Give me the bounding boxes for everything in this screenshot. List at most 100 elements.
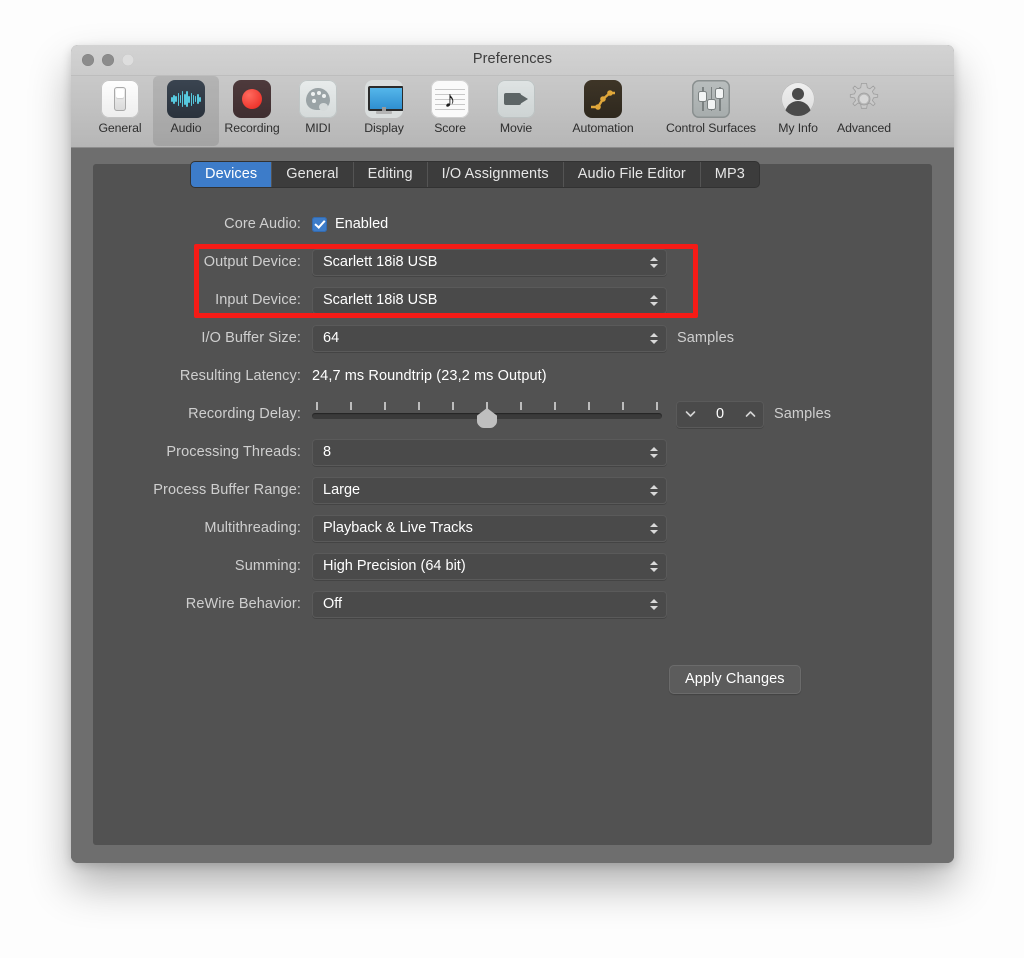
preferences-toolbar: General Audio Recording MIDI Display ♪ S… [71, 76, 954, 148]
row-rewire-behavior: ReWire Behavior: Off [93, 590, 932, 618]
midi-palette-icon [299, 80, 337, 118]
summing-value: High Precision (64 bit) [323, 558, 466, 574]
chevron-updown-icon [648, 444, 659, 460]
toolbar-item-display[interactable]: Display [351, 76, 417, 135]
label-core-audio: Core Audio: [224, 216, 301, 232]
processing-threads-dropdown[interactable]: 8 [312, 438, 667, 466]
summing-dropdown[interactable]: High Precision (64 bit) [312, 552, 667, 580]
tab-devices[interactable]: Devices [191, 162, 273, 187]
processing-threads-value: 8 [323, 444, 332, 460]
audio-settings-form: Core Audio: Enabled Output Device: Scarl… [93, 210, 932, 694]
label-io-buffer-size: I/O Buffer Size: [201, 330, 301, 346]
screenshot-canvas: Preferences General Audio Recording MIDI… [0, 0, 1024, 958]
tab-general[interactable]: General [272, 162, 354, 187]
io-buffer-size-dropdown[interactable]: 64 [312, 324, 667, 352]
label-process-buffer-range: Process Buffer Range: [153, 482, 301, 498]
core-audio-checkbox[interactable] [312, 216, 327, 232]
display-monitor-icon [365, 80, 403, 118]
toolbar-label-audio: Audio [170, 121, 202, 135]
toolbar-label-automation: Automation [572, 121, 634, 135]
toolbar-item-automation[interactable]: Automation [549, 76, 657, 135]
input-device-value: Scarlett 18i8 USB [323, 292, 438, 308]
apply-button-row: Apply Changes [93, 665, 932, 694]
toolbar-label-movie: Movie [499, 121, 533, 135]
toolbar-item-my-info[interactable]: My Info [765, 76, 831, 135]
tab-audio-file-editor[interactable]: Audio File Editor [564, 162, 701, 187]
toolbar-item-movie[interactable]: Movie [483, 76, 549, 135]
record-dot-icon [233, 80, 271, 118]
apply-changes-button[interactable]: Apply Changes [669, 665, 801, 694]
toolbar-item-general[interactable]: General [87, 76, 153, 135]
input-device-dropdown[interactable]: Scarlett 18i8 USB [312, 286, 667, 314]
output-device-value: Scarlett 18i8 USB [323, 254, 438, 270]
row-input-device: Input Device: Scarlett 18i8 USB [93, 286, 932, 314]
chevron-updown-icon [648, 482, 659, 498]
label-resulting-latency: Resulting Latency: [179, 368, 301, 384]
toolbar-label-score: Score [434, 121, 466, 135]
audio-devices-panel: Devices General Editing I/O Assignments … [93, 162, 932, 845]
process-buffer-range-dropdown[interactable]: Large [312, 476, 667, 504]
toolbar-item-recording[interactable]: Recording [219, 76, 285, 135]
row-process-buffer-range: Process Buffer Range: Large [93, 476, 932, 504]
label-recording-delay: Recording Delay: [188, 406, 301, 422]
multithreading-value: Playback & Live Tracks [323, 520, 473, 536]
row-multithreading: Multithreading: Playback & Live Tracks [93, 514, 932, 542]
toolbar-item-control-surfaces[interactable]: Control Surfaces [657, 76, 765, 135]
row-recording-delay: Recording Delay: 0 Samples [93, 400, 932, 428]
multithreading-dropdown[interactable]: Playback & Live Tracks [312, 514, 667, 542]
recording-delay-unit: Samples [774, 406, 832, 422]
toolbar-item-score[interactable]: ♪ Score [417, 76, 483, 135]
row-core-audio: Core Audio: Enabled [93, 210, 932, 238]
core-audio-checkbox-group[interactable]: Enabled [312, 216, 388, 232]
toolbar-label-general: General [98, 121, 142, 135]
row-summing: Summing: High Precision (64 bit) [93, 552, 932, 580]
io-buffer-size-unit: Samples [677, 330, 735, 346]
general-switch-icon [101, 80, 139, 118]
user-avatar-icon [779, 80, 817, 118]
toolbar-label-midi: MIDI [305, 121, 331, 135]
tab-editing[interactable]: Editing [354, 162, 428, 187]
chevron-updown-icon [648, 520, 659, 536]
stepper-increment-icon[interactable] [742, 406, 758, 422]
rewire-behavior-value: Off [323, 596, 343, 612]
rewire-behavior-dropdown[interactable]: Off [312, 590, 667, 618]
toolbar-item-advanced[interactable]: Advanced [831, 76, 897, 135]
output-device-dropdown[interactable]: Scarlett 18i8 USB [312, 248, 667, 276]
window-titlebar: Preferences [71, 45, 954, 76]
label-multithreading: Multithreading: [204, 520, 301, 536]
tab-mp3[interactable]: MP3 [701, 162, 759, 187]
label-input-device: Input Device: [215, 292, 301, 308]
audio-waveform-icon [167, 80, 205, 118]
core-audio-checkbox-label: Enabled [335, 216, 389, 232]
movie-camera-icon [497, 80, 535, 118]
toolbar-label-display: Display [364, 121, 404, 135]
io-buffer-size-value: 64 [323, 330, 340, 346]
recording-delay-slider[interactable] [312, 400, 662, 428]
control-faders-icon [692, 80, 730, 118]
slider-thumb[interactable] [477, 408, 497, 428]
chevron-updown-icon [648, 292, 659, 308]
chevron-updown-icon [648, 596, 659, 612]
toolbar-item-audio[interactable]: Audio [153, 76, 219, 146]
recording-delay-stepper[interactable]: 0 [676, 400, 764, 428]
row-processing-threads: Processing Threads: 8 [93, 438, 932, 466]
label-rewire-behavior: ReWire Behavior: [185, 596, 301, 612]
chevron-updown-icon [648, 558, 659, 574]
preferences-window: Preferences General Audio Recording MIDI… [71, 45, 954, 863]
resulting-latency-value: 24,7 ms Roundtrip (23,2 ms Output) [312, 368, 547, 384]
recording-delay-value: 0 [715, 406, 725, 422]
stepper-decrement-icon[interactable] [682, 406, 698, 422]
process-buffer-range-value: Large [323, 482, 361, 498]
toolbar-label-recording: Recording [224, 121, 280, 135]
tab-io-assignments[interactable]: I/O Assignments [428, 162, 564, 187]
label-summing: Summing: [234, 558, 301, 574]
toolbar-item-midi[interactable]: MIDI [285, 76, 351, 135]
toolbar-label-control-surfaces: Control Surfaces [666, 121, 756, 135]
toolbar-label-advanced: Advanced [837, 121, 891, 135]
preferences-content: Devices General Editing I/O Assignments … [71, 148, 954, 863]
toolbar-label-my-info: My Info [778, 121, 818, 135]
label-processing-threads: Processing Threads: [166, 444, 301, 460]
row-resulting-latency: Resulting Latency: 24,7 ms Roundtrip (23… [93, 362, 932, 390]
audio-tab-bar: Devices General Editing I/O Assignments … [191, 162, 759, 187]
chevron-updown-icon [648, 330, 659, 346]
